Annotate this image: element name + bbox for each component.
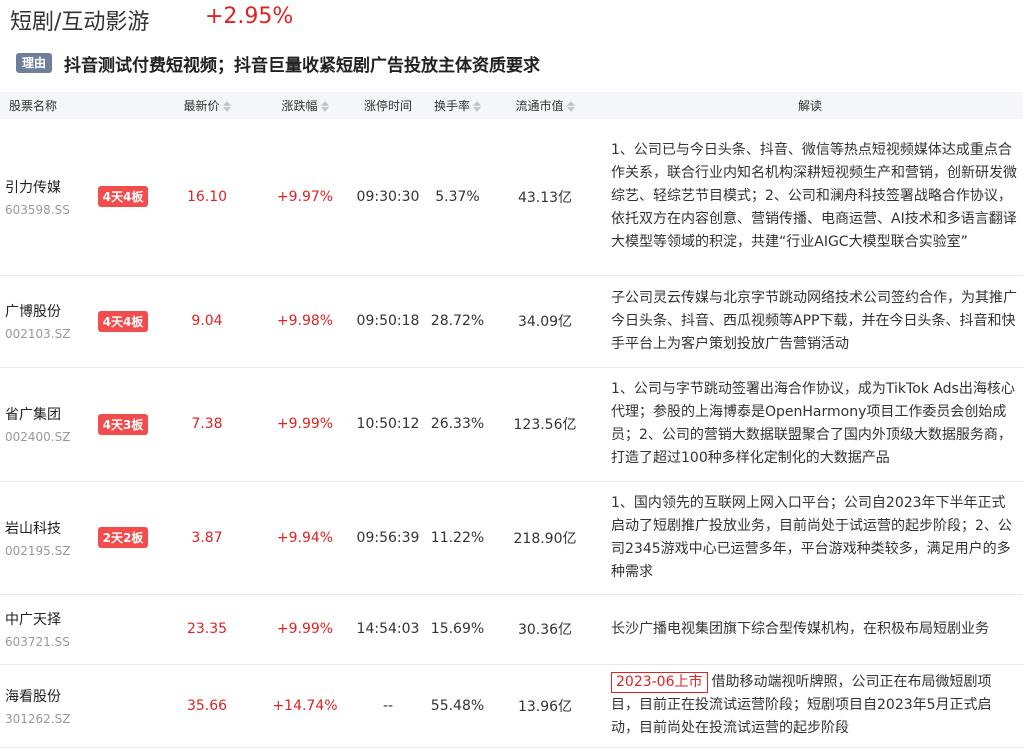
board-badge: 4天4板 xyxy=(97,310,149,332)
desc-text: 1、公司与字节跳动签署出海合作协议，成为TikTok Ads出海核心代理；参股的… xyxy=(611,381,1015,466)
board-badge: 2天2板 xyxy=(97,527,149,548)
reason-badge: 理由 xyxy=(16,53,53,73)
stock-code: 002400.SZ xyxy=(5,430,71,444)
market-cap-cell: 123.56亿 xyxy=(493,367,597,482)
turnover-cell: 11.22% xyxy=(422,481,493,595)
stock-name[interactable]: 中广天择 xyxy=(5,609,88,629)
col-header-name: 股票名称 xyxy=(0,92,88,119)
desc-cell: 2023-06上市 借助移动端视听牌照，公司正在布局微短剧项目，目前正在投流试运营… xyxy=(597,664,1023,748)
stock-name[interactable]: 海看股份 xyxy=(5,686,88,706)
price-cell: 23.35 xyxy=(158,594,256,665)
stock-code: 002195.SZ xyxy=(5,543,71,558)
table-header-row: 股票名称 最新价 涨跌幅 涨停时间 换手率 流通市值 解读 xyxy=(0,92,1023,119)
limit-time-cell: 10:50:12 xyxy=(354,367,422,482)
table-row[interactable]: 岩山科技 002195.SZ 2天2板 3.87 +9.94% 09:56:39 … xyxy=(0,481,1023,595)
desc-text: 1、公司已与今日头条、抖音、微信等热点短视频媒体达成重点合作关系，联合行业内知名… xyxy=(611,142,1017,251)
turnover-cell: 15.69% xyxy=(422,594,493,665)
stock-code: 002103.SZ xyxy=(5,327,71,341)
change-cell: +9.97% xyxy=(256,119,354,276)
price-cell: 35.66 xyxy=(158,664,256,748)
sort-icon[interactable] xyxy=(473,101,481,112)
change-cell: +9.94% xyxy=(256,481,354,595)
col-header-limit-time: 涨停时间 xyxy=(354,92,422,119)
desc-cell: 1、公司与字节跳动签署出海合作协议，成为TikTok Ads出海核心代理；参股的… xyxy=(597,367,1023,482)
market-cap-cell: 43.13亿 xyxy=(493,119,597,276)
sector-header: 短剧/互动影游 +2.95% xyxy=(0,0,1023,40)
desc-text: 子公司灵云传媒与北京字节跳动网络技术公司签约合作，为其推广今日头条、抖音、西瓜视… xyxy=(611,289,1017,352)
limit-time-cell: 09:56:39 xyxy=(354,481,422,595)
reason-row: 理由 抖音测试付费短视频；抖音巨量收紧短剧广告投放主体资质要求 xyxy=(16,50,540,76)
market-cap-cell: 34.09亿 xyxy=(493,275,597,368)
sort-icon[interactable] xyxy=(320,101,329,112)
col-header-market-cap[interactable]: 流通市值 xyxy=(493,92,597,119)
col-header-change[interactable]: 涨跌幅 xyxy=(256,92,354,119)
col-header-price[interactable]: 最新价 xyxy=(158,92,256,119)
sort-icon[interactable] xyxy=(222,101,231,112)
limit-time-cell: 09:50:18 xyxy=(354,275,422,368)
market-cap-cell: 30.36亿 xyxy=(493,594,597,665)
limit-time-cell: 14:54:03 xyxy=(354,594,422,665)
table-row[interactable]: 引力传媒 603598.SS 4天4板 16.10 +9.97% 09:30:30… xyxy=(0,119,1023,276)
desc-text: 长沙广播电视集团旗下综合型传媒机构，在积极布局短剧业务 xyxy=(611,620,989,637)
stock-name[interactable]: 引力传媒 xyxy=(5,177,88,197)
board-badge: 4天4板 xyxy=(97,186,149,208)
price-cell: 7.38 xyxy=(158,367,256,482)
stock-code: 301262.SZ xyxy=(5,711,71,726)
change-cell: +9.98% xyxy=(256,275,354,368)
table-row[interactable]: 广博股份 002103.SZ 4天4板 9.04 +9.98% 09:50:18 … xyxy=(0,275,1023,368)
board-badge: 4天3板 xyxy=(97,413,149,435)
reason-text: 抖音测试付费短视频；抖音巨量收紧短剧广告投放主体资质要求 xyxy=(64,55,541,76)
sort-icon[interactable] xyxy=(566,101,575,112)
col-header-board xyxy=(88,92,158,119)
turnover-cell: 5.37% xyxy=(422,119,493,276)
stock-name[interactable]: 岩山科技 xyxy=(5,518,88,538)
turnover-cell: 28.72% xyxy=(422,275,493,368)
table-row[interactable]: 省广集团 002400.SZ 4天3板 7.38 +9.99% 10:50:12 … xyxy=(0,367,1023,482)
price-cell: 9.04 xyxy=(158,275,256,368)
change-cell: +14.74% xyxy=(256,664,354,748)
turnover-cell: 55.48% xyxy=(422,664,493,748)
ipo-badge: 2023-06上市 xyxy=(611,672,708,693)
limit-time-cell: 09:30:30 xyxy=(354,119,422,276)
turnover-cell: 26.33% xyxy=(422,367,493,482)
desc-cell: 1、公司已与今日头条、抖音、微信等热点短视频媒体达成重点合作关系，联合行业内知名… xyxy=(597,119,1023,276)
limit-time-cell: -- xyxy=(354,664,422,748)
market-cap-cell: 13.96亿 xyxy=(493,664,597,748)
stock-table: 股票名称 最新价 涨跌幅 涨停时间 换手率 流通市值 解读 引力传媒 603598… xyxy=(0,92,1023,748)
price-cell: 3.87 xyxy=(158,481,256,595)
col-header-turnover[interactable]: 换手率 xyxy=(422,92,493,119)
change-cell: +9.99% xyxy=(256,594,354,665)
desc-cell: 子公司灵云传媒与北京字节跳动网络技术公司签约合作，为其推广今日头条、抖音、西瓜视… xyxy=(597,275,1023,368)
desc-cell: 1、国内领先的互联网上网入口平台；公司自2023年下半年正式启动了短剧推广投放业… xyxy=(597,481,1023,595)
change-cell: +9.99% xyxy=(256,367,354,482)
col-header-desc: 解读 xyxy=(597,92,1023,119)
price-cell: 16.10 xyxy=(158,119,256,276)
stock-name[interactable]: 广博股份 xyxy=(5,301,88,321)
table-row[interactable]: 海看股份 301262.SZ 35.66 +14.74% -- 55.48% 13… xyxy=(0,664,1023,748)
sector-change: +2.95% xyxy=(205,4,294,29)
table-row[interactable]: 中广天择 603721.SS 23.35 +9.99% 14:54:03 15.6… xyxy=(0,594,1023,665)
market-cap-cell: 218.90亿 xyxy=(493,481,597,595)
stock-code: 603598.SS xyxy=(5,202,70,217)
stock-name[interactable]: 省广集团 xyxy=(5,404,88,424)
desc-cell: 长沙广播电视集团旗下综合型传媒机构，在积极布局短剧业务 xyxy=(597,594,1023,665)
sector-title: 短剧/互动影游 xyxy=(10,10,150,35)
stock-code: 603721.SS xyxy=(5,635,70,649)
desc-text: 1、国内领先的互联网上网入口平台；公司自2023年下半年正式启动了短剧推广投放业… xyxy=(611,494,1012,580)
